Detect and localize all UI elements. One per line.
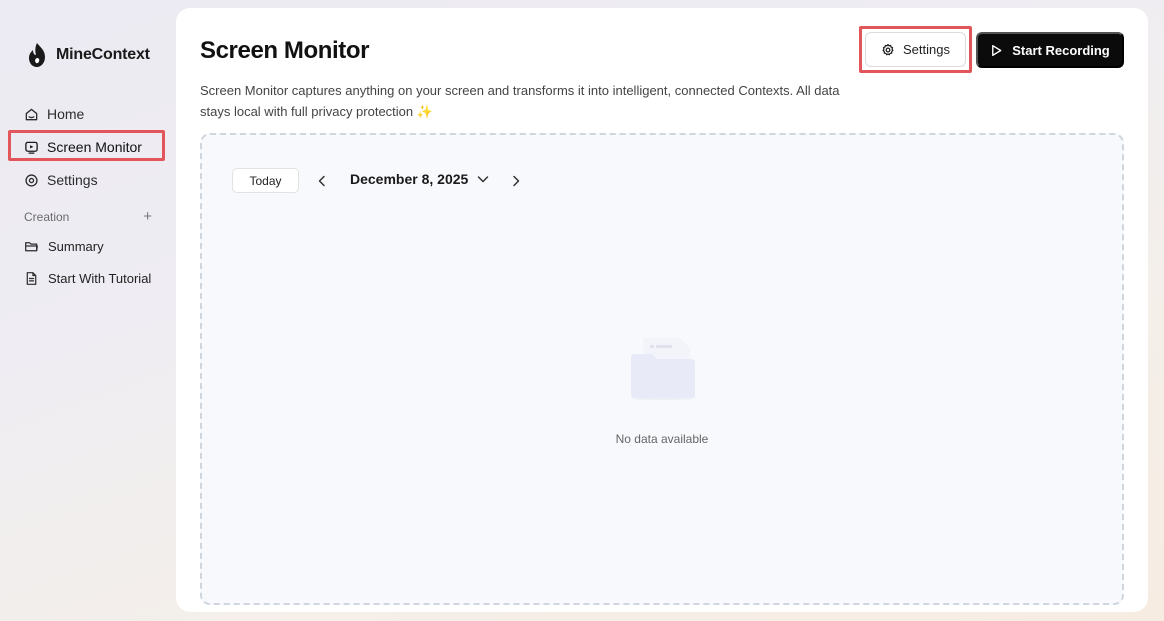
today-button[interactable]: Today — [232, 168, 299, 193]
sidebar-item-home[interactable]: Home — [14, 101, 160, 127]
brand-name: MineContext — [56, 46, 150, 63]
monitor-icon — [25, 141, 38, 154]
doc-item-start-with-tutorial[interactable]: Start With Tutorial — [14, 266, 164, 290]
settings-button-highlight: Settings — [859, 26, 972, 73]
flame-cat-logo-icon — [29, 43, 45, 67]
current-date: December 8, 2025 — [350, 171, 469, 187]
start-recording-label: Start Recording — [1012, 42, 1110, 58]
page-title: Screen Monitor — [200, 37, 370, 64]
page-description: Screen Monitor captures anything on your… — [200, 83, 840, 119]
section-label: Creation — [24, 210, 70, 224]
home-icon — [25, 108, 38, 120]
start-recording-button[interactable]: Start Recording — [976, 32, 1124, 68]
section-creation: Creation + — [24, 209, 152, 224]
chevron-right-icon[interactable] — [509, 174, 523, 188]
sidebar-item-label: Screen Monitor — [47, 139, 142, 155]
sidebar-item-label: Settings — [47, 172, 98, 188]
play-icon — [992, 44, 1002, 56]
doc-item-label: Start With Tutorial — [48, 270, 152, 286]
doc-item-summary[interactable]: Summary — [14, 234, 164, 258]
empty-state-text: No data available — [615, 432, 709, 446]
date-picker[interactable]: December 8, 2025 — [350, 171, 490, 187]
plus-icon[interactable]: + — [143, 209, 152, 224]
sidebar-item-settings[interactable]: Settings — [14, 167, 160, 193]
settings-button[interactable]: Settings — [865, 32, 966, 67]
sidebar-item-screen-monitor[interactable]: Screen Monitor — [14, 134, 160, 160]
gear-icon — [882, 43, 894, 55]
folder-icon — [25, 241, 38, 251]
gear-icon — [25, 173, 38, 187]
settings-button-label: Settings — [903, 42, 950, 57]
doc-item-label: Summary — [48, 238, 104, 254]
chevron-down-icon — [478, 176, 489, 183]
empty-folder-icon — [631, 338, 695, 400]
sidebar-item-label: Home — [47, 106, 85, 122]
main-panel: Screen Monitor Screen Monitor captures a… — [176, 8, 1148, 612]
brand[interactable]: MineContext — [26, 42, 150, 68]
document-icon — [26, 271, 37, 285]
sidebar: MineContext Home Screen Monitor Settings… — [0, 0, 176, 621]
timeline-panel: Today December 8, 2025 No data available — [200, 133, 1124, 605]
chevron-left-icon[interactable] — [315, 174, 329, 188]
